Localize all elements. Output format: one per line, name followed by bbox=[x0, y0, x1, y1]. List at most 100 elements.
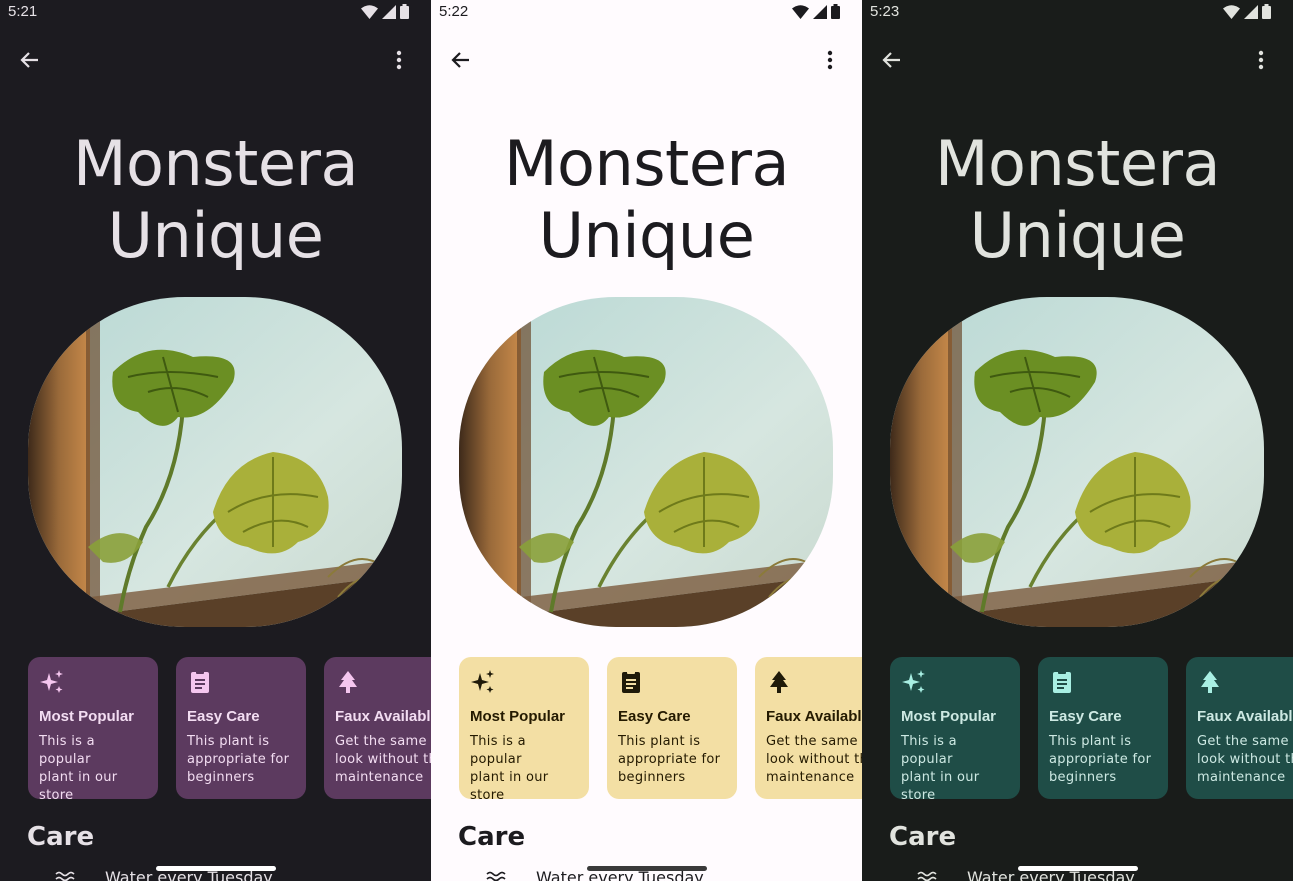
more-vert-icon bbox=[827, 50, 833, 70]
wifi-icon bbox=[792, 4, 809, 19]
clipboard-icon bbox=[1053, 670, 1071, 693]
card-description-line: This plant is bbox=[618, 734, 701, 749]
status-bar: 5:22 bbox=[431, 0, 862, 24]
sparkle-icon bbox=[40, 670, 63, 693]
card-title: Faux Available bbox=[335, 708, 431, 725]
card-title: Easy Care bbox=[187, 708, 260, 725]
plant-title-line1: Monstera bbox=[73, 127, 358, 200]
card-description-line: This is a popular bbox=[901, 734, 957, 767]
water-icon bbox=[55, 871, 75, 881]
more-options-button[interactable] bbox=[381, 42, 417, 78]
plant-title-line2: Unique bbox=[538, 199, 755, 272]
tree-icon bbox=[1201, 671, 1219, 693]
phone-screen-dark-green: 5:23 Monstera Unique Most Popular This i… bbox=[862, 0, 1293, 881]
card-description-line: plant in our store bbox=[901, 770, 980, 799]
gesture-nav-handle[interactable] bbox=[1017, 866, 1138, 871]
status-icons bbox=[1223, 4, 1271, 19]
card-description-line: plant in our store bbox=[39, 770, 118, 799]
status-bar: 5:21 bbox=[0, 0, 431, 24]
sparkle-icon bbox=[471, 670, 494, 693]
gesture-nav-handle[interactable] bbox=[586, 866, 707, 871]
card-faux-available[interactable]: Faux Available Get the same look without… bbox=[1186, 657, 1293, 799]
card-easy-care[interactable]: Easy Care This plant is appropriate for … bbox=[176, 657, 306, 799]
care-section-title: Care bbox=[458, 822, 526, 852]
card-description-line: look without the bbox=[766, 752, 862, 767]
status-time: 5:23 bbox=[870, 3, 900, 20]
top-app-bar bbox=[431, 34, 862, 84]
card-description-line: look without the bbox=[1197, 752, 1293, 767]
battery-icon bbox=[831, 4, 840, 19]
card-faux-available[interactable]: Faux Available Get the same look without… bbox=[324, 657, 431, 799]
card-easy-care[interactable]: Easy Care This plant is appropriate for … bbox=[1038, 657, 1168, 799]
care-section-title: Care bbox=[27, 822, 95, 852]
wifi-icon bbox=[1223, 4, 1240, 19]
card-most-popular[interactable]: Most Popular This is a popular plant in … bbox=[28, 657, 158, 799]
tree-icon bbox=[339, 671, 357, 693]
card-title: Faux Available bbox=[1197, 708, 1293, 725]
status-time: 5:21 bbox=[8, 3, 38, 20]
card-description-line: This plant is bbox=[187, 734, 270, 749]
plant-title: Monstera Unique bbox=[0, 128, 431, 272]
water-icon bbox=[486, 871, 506, 881]
card-description-line: plant in our store bbox=[470, 770, 549, 799]
more-options-button[interactable] bbox=[1243, 42, 1279, 78]
arrow-back-icon bbox=[882, 52, 900, 68]
card-title: Most Popular bbox=[39, 708, 135, 725]
card-title: Easy Care bbox=[1049, 708, 1122, 725]
card-description: This is a popular plant in our store bbox=[901, 733, 1009, 799]
back-button[interactable] bbox=[12, 42, 48, 78]
more-options-button[interactable] bbox=[812, 42, 848, 78]
card-description: Get the same look without the maintenanc… bbox=[335, 733, 431, 787]
phone-screen-dark-purple: 5:21 Monstera Unique Most Popular This i… bbox=[0, 0, 431, 881]
battery-icon bbox=[400, 4, 409, 19]
card-description: This plant is appropriate for beginners bbox=[618, 733, 726, 787]
phone-screen-light-yellow: 5:22 Monstera Unique Most Popular This i… bbox=[431, 0, 862, 881]
care-section-title: Care bbox=[889, 822, 957, 852]
tree-icon bbox=[770, 671, 788, 693]
card-description-line: Get the same bbox=[1197, 734, 1289, 749]
signal-icon bbox=[813, 4, 827, 19]
card-easy-care[interactable]: Easy Care This plant is appropriate for … bbox=[607, 657, 737, 799]
card-description-line: This is a popular bbox=[470, 734, 526, 767]
back-button[interactable] bbox=[874, 42, 910, 78]
plant-photo bbox=[890, 297, 1264, 627]
card-description-line: maintenance bbox=[1197, 770, 1286, 785]
gesture-nav-handle[interactable] bbox=[155, 866, 276, 871]
card-description-line: maintenance bbox=[766, 770, 855, 785]
card-faux-available[interactable]: Faux Available Get the same look without… bbox=[755, 657, 862, 799]
card-description: Get the same look without the maintenanc… bbox=[766, 733, 862, 787]
plant-title-line2: Unique bbox=[107, 199, 324, 272]
card-most-popular[interactable]: Most Popular This is a popular plant in … bbox=[890, 657, 1020, 799]
card-description: Get the same look without the maintenanc… bbox=[1197, 733, 1293, 787]
battery-icon bbox=[1262, 4, 1271, 19]
card-title: Most Popular bbox=[901, 708, 997, 725]
card-title: Faux Available bbox=[766, 708, 862, 725]
plant-title: Monstera Unique bbox=[862, 128, 1293, 272]
card-description-line: beginners bbox=[187, 770, 255, 785]
card-description-line: This is a popular bbox=[39, 734, 95, 767]
water-icon bbox=[917, 871, 937, 881]
status-bar: 5:23 bbox=[862, 0, 1293, 24]
plant-feature-cards: Most Popular This is a popular plant in … bbox=[28, 657, 431, 799]
clipboard-icon bbox=[622, 670, 640, 693]
top-app-bar bbox=[0, 34, 431, 84]
arrow-back-icon bbox=[451, 52, 469, 68]
card-description-line: appropriate for bbox=[1049, 752, 1152, 767]
card-description: This is a popular plant in our store bbox=[39, 733, 147, 799]
card-description-line: beginners bbox=[618, 770, 686, 785]
sparkle-icon bbox=[902, 670, 925, 693]
back-button[interactable] bbox=[443, 42, 479, 78]
plant-title-line1: Monstera bbox=[504, 127, 789, 200]
card-most-popular[interactable]: Most Popular This is a popular plant in … bbox=[459, 657, 589, 799]
card-title: Easy Care bbox=[618, 708, 691, 725]
status-time: 5:22 bbox=[439, 3, 469, 20]
more-vert-icon bbox=[1258, 50, 1264, 70]
card-description-line: beginners bbox=[1049, 770, 1117, 785]
card-description: This plant is appropriate for beginners bbox=[1049, 733, 1157, 787]
card-description: This plant is appropriate for beginners bbox=[187, 733, 295, 787]
top-app-bar bbox=[862, 34, 1293, 84]
plant-title: Monstera Unique bbox=[431, 128, 862, 272]
plant-title-line1: Monstera bbox=[935, 127, 1220, 200]
card-description-line: Get the same bbox=[766, 734, 858, 749]
card-description-line: maintenance bbox=[335, 770, 424, 785]
